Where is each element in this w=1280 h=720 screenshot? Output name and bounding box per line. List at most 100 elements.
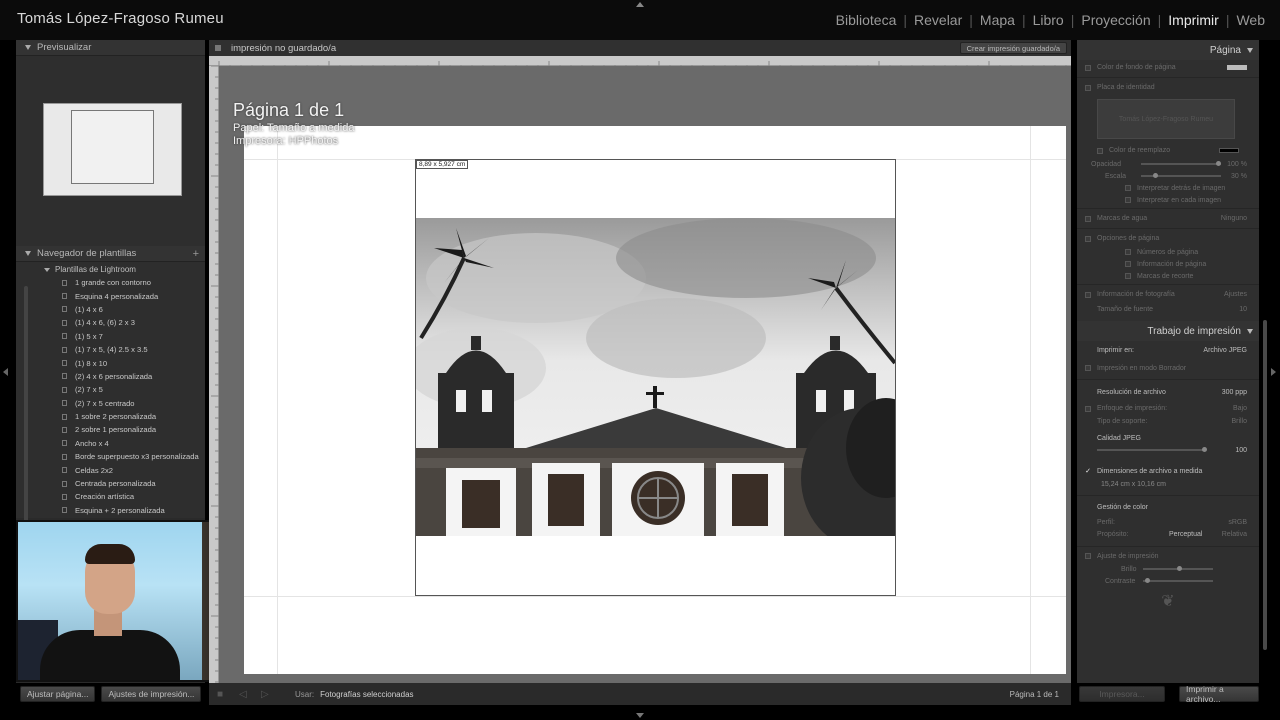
collapse-triangle-icon[interactable]: [25, 45, 31, 50]
scale-slider-knob[interactable]: [1153, 173, 1158, 178]
collapse-triangle-icon[interactable]: [25, 251, 31, 256]
override-color-swatch[interactable]: [1219, 148, 1239, 153]
right-panel-toggle-icon[interactable]: [1271, 368, 1276, 376]
page-setup-button[interactable]: Ajustar página...: [20, 686, 96, 702]
previous-page-icon[interactable]: ◁: [239, 689, 253, 700]
template-item[interactable]: Esquina + 2 personalizada: [16, 504, 205, 517]
page-bg-color-checkbox[interactable]: [1085, 64, 1091, 71]
printer-button[interactable]: Impresora...: [1079, 686, 1165, 702]
collapse-triangle-icon[interactable]: [1247, 328, 1253, 334]
print-job-panel-header[interactable]: Trabajo de impresión: [1077, 321, 1259, 341]
page-bg-color-row[interactable]: Color de fondo de página: [1077, 60, 1259, 75]
media-type-dropdown[interactable]: Brillo: [1231, 418, 1247, 425]
template-item[interactable]: (2) 7 x 5: [16, 383, 205, 396]
module-web[interactable]: Web: [1229, 12, 1272, 28]
module-imprimir[interactable]: Imprimir: [1161, 12, 1226, 28]
watermark-dropdown[interactable]: Ninguno: [1221, 215, 1247, 222]
module-mapa[interactable]: Mapa: [973, 12, 1022, 28]
render-each-checkbox[interactable]: [1125, 197, 1131, 203]
church-photo[interactable]: [416, 218, 895, 536]
page-panel-header[interactable]: Página: [1077, 40, 1259, 60]
override-color-row[interactable]: Color de reemplazo: [1077, 143, 1259, 158]
custom-dims-values[interactable]: 15,24 cm x 10,16 cm: [1077, 479, 1259, 489]
jpeg-quality-value[interactable]: 100: [1235, 447, 1247, 454]
page-options-row[interactable]: Opciones de página: [1077, 231, 1259, 246]
page-numbers-row[interactable]: Números de página: [1077, 246, 1259, 258]
render-behind-checkbox[interactable]: [1125, 185, 1131, 191]
brightness-slider[interactable]: [1143, 566, 1213, 571]
page-numbers-checkbox[interactable]: [1125, 249, 1131, 255]
identity-plate-preview[interactable]: Tomás López-Fragoso Rumeu: [1097, 99, 1235, 139]
photo-info-checkbox[interactable]: [1085, 291, 1091, 298]
image-cell[interactable]: 8,89 x 5,927 cm: [415, 159, 896, 596]
template-item[interactable]: (1) 7 x 5, (4) 2.5 x 3.5: [16, 343, 205, 356]
contrast-slider[interactable]: [1143, 578, 1213, 583]
intent-relative-option[interactable]: Relativa: [1222, 531, 1247, 538]
contrast-slider-knob[interactable]: [1145, 578, 1150, 583]
template-item[interactable]: (1) 4 x 6, (6) 2 x 3: [16, 316, 205, 329]
print-to-file-button[interactable]: Imprimir a archivo...: [1179, 684, 1259, 704]
opacity-value[interactable]: 100 %: [1227, 161, 1247, 168]
page-bg-color-swatch[interactable]: [1227, 65, 1247, 70]
module-proyección[interactable]: Proyección: [1074, 12, 1157, 28]
print-adjust-row[interactable]: Ajuste de impresión: [1077, 549, 1259, 563]
override-color-checkbox[interactable]: [1097, 147, 1103, 154]
template-item[interactable]: (2) 4 x 6 personalizada: [16, 370, 205, 383]
crop-marks-row[interactable]: Marcas de recorte: [1077, 270, 1259, 282]
margin-guide[interactable]: [277, 126, 278, 674]
margin-guide[interactable]: [1030, 126, 1031, 674]
opacity-slider-knob[interactable]: [1216, 161, 1221, 166]
photo-info-dropdown[interactable]: Ajustes: [1224, 291, 1247, 298]
print-settings-button[interactable]: Ajustes de impresión...: [101, 686, 202, 702]
jpeg-quality-slider[interactable]: [1097, 447, 1207, 452]
right-panel-scrollbar[interactable]: [1263, 320, 1267, 650]
file-resolution-value[interactable]: 300 ppp: [1222, 389, 1247, 396]
photo-info-row[interactable]: Información de fotografía Ajustes: [1077, 287, 1259, 302]
sharpening-checkbox[interactable]: [1085, 405, 1091, 412]
custom-dims-row[interactable]: ✓ Dimensiones de archivo a medida: [1077, 463, 1259, 479]
filmstrip-toggle-icon[interactable]: [636, 713, 644, 718]
page-info-checkbox[interactable]: [1125, 261, 1131, 267]
brightness-slider-knob[interactable]: [1177, 566, 1182, 571]
scale-value[interactable]: 30 %: [1231, 173, 1247, 180]
watermark-row[interactable]: Marcas de agua Ninguno: [1077, 211, 1259, 226]
first-page-icon[interactable]: ■: [217, 689, 231, 700]
folder-triangle-icon[interactable]: [44, 267, 50, 272]
margin-guide[interactable]: [244, 596, 1066, 597]
font-size-row[interactable]: Tamaño de fuente 10: [1077, 302, 1259, 317]
template-navigator-header[interactable]: Navegador de plantillas +: [16, 246, 205, 262]
create-saved-print-button[interactable]: Crear impresión guardado/a: [959, 42, 1067, 54]
scale-slider[interactable]: [1141, 173, 1221, 178]
print-adjust-checkbox[interactable]: [1085, 553, 1091, 559]
template-item[interactable]: Borde superpuesto x3 personalizada: [16, 450, 205, 463]
template-item[interactable]: 1 sobre 2 personalizada: [16, 410, 205, 423]
left-panel-toggle-icon[interactable]: [3, 368, 8, 376]
module-libro[interactable]: Libro: [1026, 12, 1071, 28]
font-size-dropdown[interactable]: 10: [1239, 306, 1247, 313]
template-item[interactable]: Esquina 4 personalizada: [16, 289, 205, 302]
identity-plate-row[interactable]: Placa de identidad: [1077, 80, 1259, 95]
template-item[interactable]: 2 sobre 1 personalizada: [16, 423, 205, 436]
crop-marks-checkbox[interactable]: [1125, 273, 1131, 279]
collapse-triangle-icon[interactable]: [1247, 47, 1253, 53]
template-item[interactable]: (1) 4 x 6: [16, 303, 205, 316]
custom-dims-checkmark-icon[interactable]: ✓: [1085, 468, 1091, 475]
draft-mode-row[interactable]: Impresión en modo Borrador: [1077, 359, 1259, 377]
render-behind-row[interactable]: Interpretar detrás de imagen: [1077, 182, 1259, 194]
jpeg-quality-slider-knob[interactable]: [1202, 447, 1207, 452]
module-biblioteca[interactable]: Biblioteca: [829, 12, 904, 28]
template-folder[interactable]: Plantillas de Lightroom: [16, 263, 205, 276]
template-item[interactable]: Celdas 2x2: [16, 463, 205, 476]
module-revelar[interactable]: Revelar: [907, 12, 969, 28]
template-item[interactable]: Ancho x 4: [16, 437, 205, 450]
use-selection-dropdown[interactable]: Fotografías seleccionadas: [320, 690, 413, 699]
opacity-slider[interactable]: [1141, 161, 1221, 166]
print-to-dropdown[interactable]: Archivo JPEG: [1203, 347, 1247, 354]
template-item[interactable]: Creación artística: [16, 490, 205, 503]
top-panel-toggle-icon[interactable]: [636, 2, 644, 7]
sharpening-row[interactable]: Enfoque de impresión: Bajo: [1077, 402, 1259, 415]
draft-mode-checkbox[interactable]: [1085, 365, 1091, 371]
next-page-icon[interactable]: ▷: [261, 689, 275, 700]
page-options-checkbox[interactable]: [1085, 235, 1091, 242]
template-item[interactable]: Centrada personalizada: [16, 477, 205, 490]
